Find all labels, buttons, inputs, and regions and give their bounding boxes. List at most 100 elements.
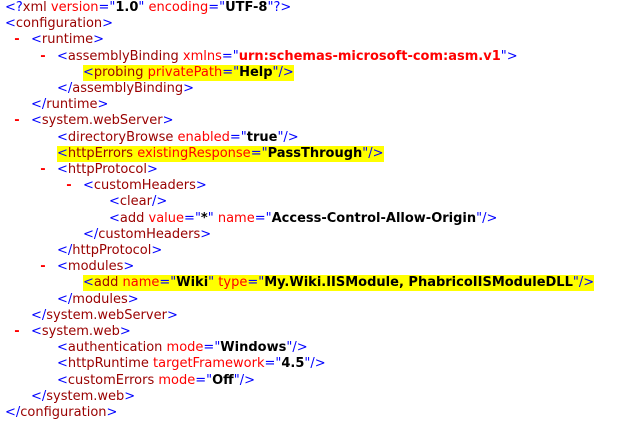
code: <httpRuntime targetFramework="4.5"/> xyxy=(57,356,326,372)
xml-element-name: directoryBrowse xyxy=(67,129,174,145)
xml-bracket: /> xyxy=(310,356,326,372)
xml-attribute-value: PassThrough xyxy=(267,145,363,161)
xml-bracket: < xyxy=(83,64,94,80)
xml-attribute-value: Off xyxy=(212,372,234,388)
xml-attribute-name: mode xyxy=(162,340,204,356)
xml-bracket: /> xyxy=(482,210,498,226)
xml-symbol: =" xyxy=(250,145,268,161)
collapse-toggle[interactable]: - xyxy=(37,162,49,178)
xml-line: - <customHeaders> xyxy=(0,178,618,194)
xml-bracket: > xyxy=(200,226,212,242)
xml-bracket: > xyxy=(151,243,163,258)
xml-attribute-value: Help xyxy=(239,64,273,80)
xml-bracket: > xyxy=(162,113,174,129)
xml-bracket: > xyxy=(119,324,131,339)
xml-bracket: </ xyxy=(57,81,73,96)
xml-symbol: =" xyxy=(195,372,213,388)
xml-attribute-value: 4.5 xyxy=(281,356,305,372)
xml-bracket: < xyxy=(57,129,68,145)
xml-symbol: =" xyxy=(159,275,177,291)
xml-bracket: > xyxy=(97,97,109,113)
collapse-toggle[interactable]: - xyxy=(11,32,23,48)
xml-bracket: /> xyxy=(278,64,294,80)
xml-attribute-value: true xyxy=(246,129,278,145)
xml-attribute-value: Windows xyxy=(220,340,287,356)
xml-bracket: /> xyxy=(239,372,255,388)
xml-line: <?xml version="1.0" encoding="UTF-8"?> xyxy=(0,0,618,16)
code: </runtime> xyxy=(31,97,108,113)
xml-line: <customErrors mode="Off"/> xyxy=(0,373,618,389)
xml-line: - <assemblyBinding xmlns="urn:schemas-mic… xyxy=(0,49,618,65)
xml-element-name: system.web xyxy=(46,388,125,404)
collapse-toggle[interactable]: - xyxy=(11,324,23,340)
xml-element-name: system.web xyxy=(41,324,120,339)
xml-attribute-name: type xyxy=(214,275,248,291)
xml-symbol: =" xyxy=(203,340,221,356)
xml-element-name: customHeaders xyxy=(93,178,196,194)
xml-attribute-value: 1.0 xyxy=(115,0,139,15)
xml-element-name: modules xyxy=(67,259,124,275)
xml-bracket: </ xyxy=(31,97,47,113)
xml-line: </configuration> xyxy=(0,405,618,421)
xml-line: - <runtime> xyxy=(0,32,618,48)
collapse-toggle[interactable]: - xyxy=(37,49,49,65)
xml-attribute-name: name xyxy=(118,275,160,291)
xml-line: <add name="Wiki" type="My.Wiki.IISModule… xyxy=(0,275,618,292)
xml-line: - <modules> xyxy=(0,259,618,275)
xml-attribute-name: existingResponse xyxy=(133,145,251,161)
xml-line: </runtime> xyxy=(0,97,618,113)
xml-bracket: < xyxy=(57,145,68,161)
xml-bracket: <? xyxy=(5,0,23,15)
xml-bracket: < xyxy=(109,194,120,210)
collapse-toggle[interactable]: - xyxy=(63,178,75,194)
xml-bracket: > xyxy=(166,307,178,323)
xml-element-name: runtime xyxy=(41,32,94,48)
xml-bracket: < xyxy=(57,340,68,356)
xml-bracket: /> xyxy=(368,145,384,161)
xml-bracket: > xyxy=(124,388,136,404)
xml-bracket: < xyxy=(83,178,94,194)
xml-symbol: =" xyxy=(208,0,226,15)
xml-element-name: httpProtocol xyxy=(67,162,147,177)
xml-bracket: </ xyxy=(31,388,47,404)
code: <modules> xyxy=(57,259,134,275)
xml-symbol: =" xyxy=(264,356,282,372)
xml-element-name: customHeaders xyxy=(98,226,201,242)
xml-symbol: =" xyxy=(247,275,265,291)
xml-bracket: > xyxy=(183,81,195,96)
xml-attribute-value: Wiki xyxy=(176,275,209,291)
code: </system.webServer> xyxy=(31,308,178,324)
xml-attribute-name: enabled xyxy=(173,129,230,145)
xml-attribute-name: encoding xyxy=(144,0,209,15)
xml-symbol: =" xyxy=(98,0,116,15)
code: <system.webServer> xyxy=(31,113,173,129)
code: </system.web> xyxy=(31,389,135,405)
code: <directoryBrowse enabled="true"/> xyxy=(57,130,299,146)
xml-viewer: <?xml version="1.0" encoding="UTF-8"?> <c… xyxy=(0,0,618,424)
xml-bracket: < xyxy=(57,48,68,64)
code: <runtime> xyxy=(31,32,104,48)
xml-line: <clear/> xyxy=(0,194,618,210)
code: <httpProtocol> xyxy=(57,162,158,178)
xml-symbol: =" xyxy=(221,48,239,64)
xml-attribute-value: * xyxy=(200,210,208,226)
xml-line: <add value="*" name="Access-Control-Allo… xyxy=(0,211,618,227)
xml-line: </customHeaders> xyxy=(0,227,618,243)
xml-bracket: > xyxy=(127,291,139,307)
xml-bracket: </ xyxy=(57,291,73,307)
xml-bracket: > xyxy=(106,405,118,420)
xml-element-name: runtime xyxy=(46,97,98,113)
xml-bracket: > xyxy=(123,259,135,275)
xml-bracket: < xyxy=(31,113,42,129)
xml-bracket: /> xyxy=(151,194,168,210)
code: <add value="*" name="Access-Control-Allo… xyxy=(109,211,497,227)
xml-element-name: configuration xyxy=(20,405,107,420)
xml-bracket: </ xyxy=(83,226,99,242)
xml-symbol: =" xyxy=(254,210,272,226)
collapse-toggle[interactable]: - xyxy=(11,113,23,129)
xml-attribute-name: version xyxy=(46,0,99,15)
collapse-toggle[interactable]: - xyxy=(37,259,49,275)
code: <?xml version="1.0" encoding="UTF-8"?> xyxy=(5,0,291,16)
xml-line: </assemblyBinding> xyxy=(0,81,618,97)
xml-line: <directoryBrowse enabled="true"/> xyxy=(0,130,618,146)
